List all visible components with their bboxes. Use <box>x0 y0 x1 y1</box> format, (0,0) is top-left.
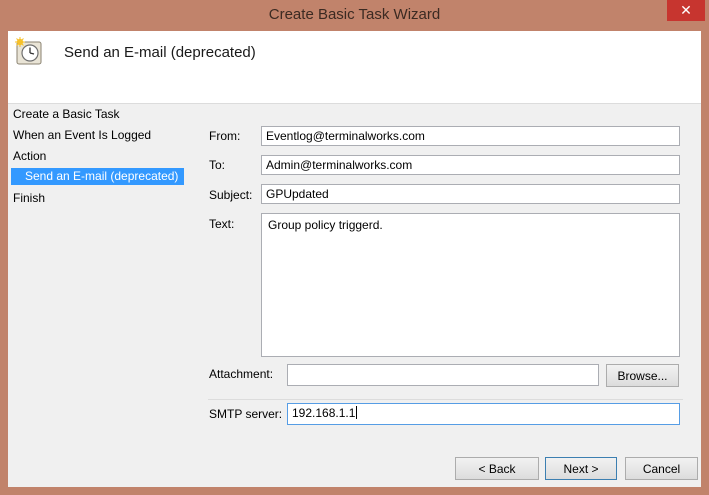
from-field[interactable]: Eventlog@terminalworks.com <box>261 126 680 146</box>
wizard-steps: Create a Basic Task When an Event Is Log… <box>8 104 193 487</box>
next-button[interactable]: Next > <box>545 457 617 480</box>
title-bar[interactable]: Create Basic Task Wizard ✕ <box>0 0 709 30</box>
attachment-field[interactable] <box>287 364 599 386</box>
text-label: Text: <box>209 217 235 231</box>
subject-label: Subject: <box>209 188 253 202</box>
attachment-label: Attachment: <box>209 367 274 381</box>
close-icon: ✕ <box>680 2 692 18</box>
smtp-server-value: 192.168.1.1 <box>292 406 356 420</box>
close-button[interactable]: ✕ <box>667 0 705 21</box>
divider <box>208 399 683 400</box>
step-trigger[interactable]: When an Event Is Logged <box>13 127 151 144</box>
step-action[interactable]: Action <box>13 148 46 165</box>
smtp-server-field[interactable]: 192.168.1.1 <box>287 403 680 425</box>
step-send-email[interactable]: Send an E-mail (deprecated) <box>11 168 184 185</box>
browse-button[interactable]: Browse... <box>606 364 679 387</box>
back-button[interactable]: < Back <box>455 457 539 480</box>
step-finish[interactable]: Finish <box>13 190 45 207</box>
cancel-button[interactable]: Cancel <box>625 457 698 480</box>
clock-task-icon <box>15 37 42 65</box>
smtp-server-label: SMTP server: <box>209 407 283 421</box>
wizard-header: Send an E-mail (deprecated) <box>8 31 701 104</box>
to-label: To: <box>209 158 226 172</box>
from-label: From: <box>209 129 241 143</box>
text-caret <box>356 406 358 419</box>
step-create-basic-task[interactable]: Create a Basic Task <box>13 106 120 123</box>
window-title: Create Basic Task Wizard <box>268 6 441 23</box>
wizard-body: Send an E-mail (deprecated) Create a Bas… <box>8 31 701 487</box>
subject-field[interactable]: GPUpdated <box>261 184 680 204</box>
page-title: Send an E-mail (deprecated) <box>64 44 256 61</box>
to-field[interactable]: Admin@terminalworks.com <box>261 155 680 175</box>
message-text-area[interactable]: Group policy triggerd. <box>261 213 680 357</box>
